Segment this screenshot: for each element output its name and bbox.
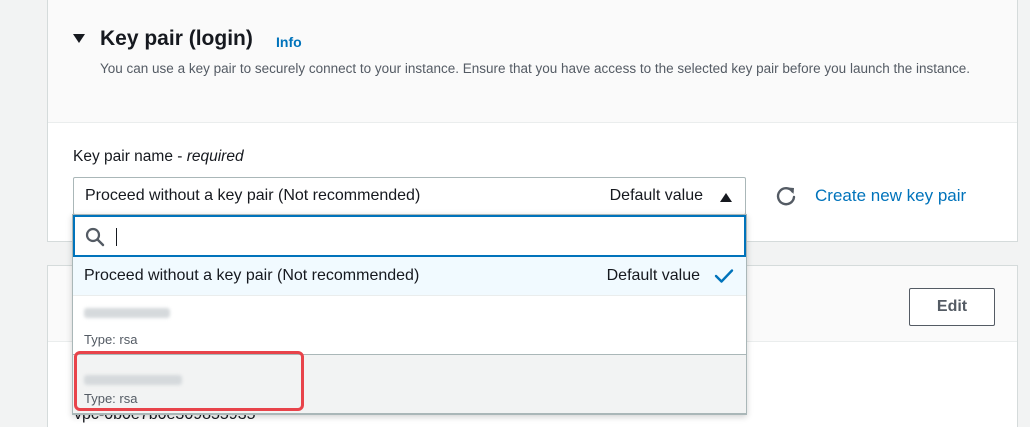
search-input[interactable]: [119, 223, 719, 249]
option-label: Proceed without a key pair (Not recommen…: [84, 267, 420, 284]
page: Edit vpc-0b0e7b0e309855935 Key pair (log…: [0, 0, 1030, 427]
search-box[interactable]: [73, 215, 746, 257]
text-cursor: [116, 228, 117, 246]
check-icon: [714, 269, 734, 283]
key-pair-header: Key pair (login) Info You can use a key …: [48, 0, 1017, 123]
caret-down-icon[interactable]: [73, 34, 85, 43]
select-value: Proceed without a key pair (Not recommen…: [85, 187, 421, 204]
redacted-key-name: [84, 308, 170, 318]
caret-up-icon: [720, 193, 732, 202]
option-type: Type: rsa: [84, 332, 138, 347]
panel-title[interactable]: Key pair (login): [100, 27, 253, 51]
search-icon: [85, 227, 105, 247]
option-key-pair-1[interactable]: Type: rsa: [73, 296, 746, 354]
panel-description: You can use a key pair to securely conne…: [100, 61, 971, 76]
info-link[interactable]: Info: [276, 34, 302, 50]
key-pair-name-label: Key pair name - required: [73, 148, 244, 166]
create-new-key-pair-link[interactable]: Create new key pair: [815, 186, 966, 206]
refresh-icon[interactable]: [775, 185, 797, 207]
field-label-text: Key pair name -: [73, 148, 187, 165]
option-default-tag: Default value: [606, 267, 700, 284]
select-default-tag: Default value: [609, 187, 703, 204]
edit-button[interactable]: Edit: [909, 288, 995, 326]
key-pair-select[interactable]: Proceed without a key pair (Not recommen…: [73, 177, 746, 215]
required-text: required: [186, 148, 244, 165]
option-no-key-pair[interactable]: Proceed without a key pair (Not recommen…: [73, 257, 746, 296]
annotation-highlight: [74, 351, 304, 411]
